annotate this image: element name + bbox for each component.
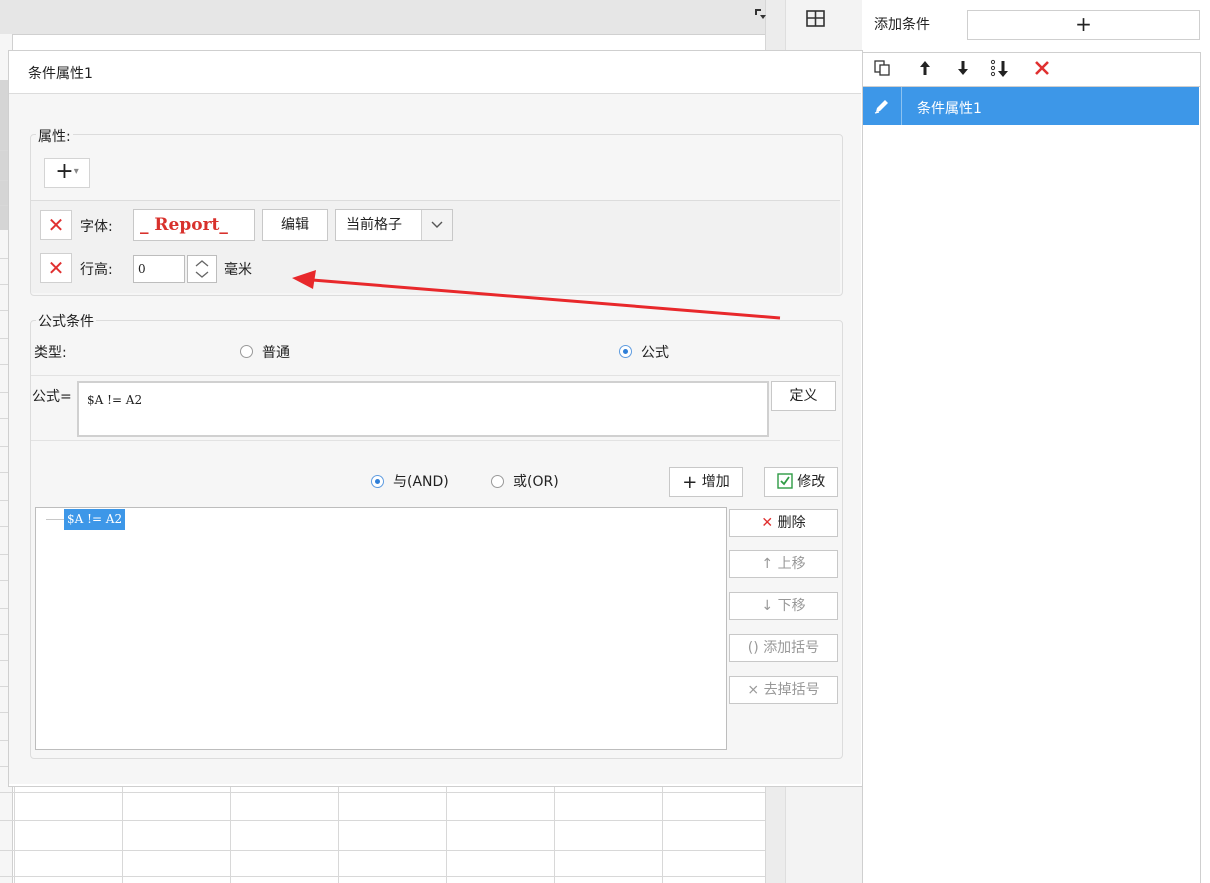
- row-height-label: 行高:: [80, 262, 113, 278]
- layout-panel-icon[interactable]: [805, 8, 827, 30]
- chevron-down-icon: [421, 210, 452, 240]
- bracket-icon: (): [747, 640, 759, 656]
- add-condition-button[interactable]: +: [967, 10, 1200, 40]
- move-bottom-icon[interactable]: [989, 59, 1011, 84]
- properties-group-label: 属性:: [36, 126, 73, 146]
- dropdown-caret-icon: ▾: [73, 166, 79, 177]
- condition-list-item[interactable]: 条件属性1: [863, 87, 1199, 125]
- divider: [31, 440, 840, 441]
- delete-icon: ✕: [47, 256, 65, 280]
- grid-column-line: [122, 785, 123, 883]
- arrow-up-icon[interactable]: [917, 59, 933, 82]
- type-formula-label[interactable]: 公式: [641, 342, 669, 362]
- tree-item[interactable]: $A != A2: [64, 509, 126, 530]
- dialog-title-bar: [9, 51, 861, 94]
- grid-row-line: [0, 876, 765, 877]
- grid-row-line: [0, 850, 765, 851]
- copy-icon[interactable]: [873, 59, 891, 82]
- modify-button[interactable]: 修改: [764, 467, 838, 497]
- delete-icon: ✕: [761, 515, 774, 531]
- remove-bracket-button[interactable]: ⨯ 去掉括号: [729, 676, 838, 704]
- formula-label: 公式=: [32, 389, 72, 405]
- delete-button[interactable]: ✕ 删除: [729, 509, 838, 537]
- row-height-spinner[interactable]: [187, 255, 217, 283]
- type-formula-radio[interactable]: [619, 345, 632, 358]
- font-preview-button[interactable]: _ Report_: [133, 209, 255, 241]
- dialog-title: 条件属性1: [28, 66, 93, 82]
- scope-select[interactable]: 当前格子: [335, 209, 453, 241]
- formula-input[interactable]: $A != A2: [77, 381, 769, 437]
- formula-condition-group-label: 公式条件: [36, 311, 96, 331]
- plus-icon: +: [55, 159, 74, 184]
- row-height-unit: 毫米: [224, 262, 252, 278]
- grid-toolbar-strip: [0, 0, 765, 35]
- row-height-input[interactable]: 0: [133, 255, 185, 283]
- grid-row-line: [0, 792, 765, 793]
- and-label[interactable]: 与(AND): [393, 471, 449, 491]
- grid-column-line: [14, 785, 15, 883]
- grid-column-line: [446, 785, 447, 883]
- add-property-button[interactable]: +▾: [44, 158, 90, 188]
- arrow-down-icon: ↓: [761, 598, 774, 614]
- type-normal-label[interactable]: 普通: [262, 342, 290, 362]
- arrow-down-icon[interactable]: [955, 59, 971, 82]
- remove-bracket-icon: ⨯: [747, 682, 760, 698]
- move-down-button[interactable]: ↓ 下移: [729, 592, 838, 620]
- formula-text: $A != A2: [87, 393, 143, 407]
- add-button-label: 增加: [701, 474, 730, 490]
- pencil-icon: [863, 87, 902, 125]
- or-radio[interactable]: [491, 475, 504, 488]
- add-condition-label: 添加条件: [874, 17, 930, 33]
- type-normal-radio[interactable]: [240, 345, 253, 358]
- define-button[interactable]: 定义: [771, 381, 836, 411]
- add-bracket-label: 添加括号: [763, 640, 820, 656]
- grid-column-line: [338, 785, 339, 883]
- arrow-up-icon: ↑: [761, 556, 774, 572]
- edit-font-button[interactable]: 编辑: [262, 209, 328, 241]
- remove-font-property-button[interactable]: ✕: [40, 210, 72, 240]
- grid-column-line: [554, 785, 555, 883]
- move-up-label: 上移: [777, 556, 806, 572]
- grid-column-line: [230, 785, 231, 883]
- add-bracket-button[interactable]: () 添加括号: [729, 634, 838, 662]
- modify-icon: [777, 471, 793, 489]
- annotation-arrow: [292, 270, 781, 320]
- move-down-label: 下移: [777, 598, 806, 614]
- delete-icon: ✕: [47, 213, 65, 237]
- add-condition-item-button[interactable]: + 增加: [669, 467, 743, 497]
- remove-bracket-label: 去掉括号: [763, 682, 820, 698]
- grid-column-line: [662, 785, 663, 883]
- modify-button-label: 修改: [797, 474, 826, 490]
- condition-list-toolbar: [862, 52, 1201, 87]
- grid-row-line: [0, 820, 765, 821]
- tree-connector: [46, 519, 64, 520]
- remove-row-height-property-button[interactable]: ✕: [40, 253, 72, 283]
- condition-list: [862, 86, 1201, 883]
- plus-icon: +: [682, 472, 698, 493]
- scope-select-value: 当前格子: [346, 217, 402, 233]
- condition-item-label: 条件属性1: [917, 101, 982, 117]
- move-up-button[interactable]: ↑ 上移: [729, 550, 838, 578]
- and-radio[interactable]: [371, 475, 384, 488]
- or-label[interactable]: 或(OR): [513, 471, 559, 491]
- divider: [31, 375, 840, 376]
- type-label: 类型:: [34, 345, 67, 361]
- delete-icon[interactable]: [1033, 59, 1051, 82]
- designer-window: 添加条件 + 条件属性1 条件属性1 属性: +▾ ✕ 字体: _ Report…: [0, 0, 1210, 883]
- font-label: 字体:: [80, 219, 113, 235]
- delete-button-label: 删除: [777, 515, 806, 531]
- corner-expand-icon[interactable]: [752, 6, 768, 22]
- condition-tree[interactable]: [35, 507, 727, 750]
